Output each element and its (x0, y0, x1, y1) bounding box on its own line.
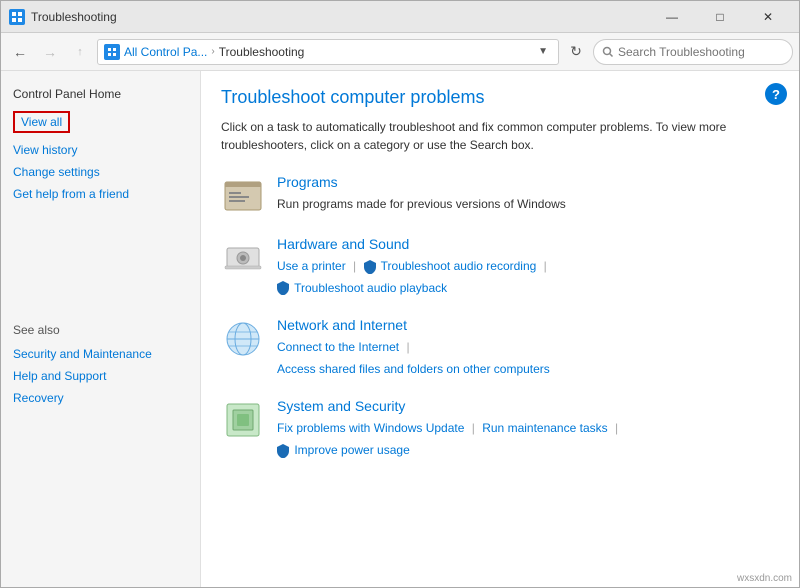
page-description: Click on a task to automatically trouble… (221, 118, 779, 154)
window-controls: — □ ✕ (649, 1, 791, 33)
forward-button[interactable]: → (37, 39, 63, 65)
breadcrumb-allcontrolpanel[interactable]: All Control Pa... (124, 45, 207, 59)
fix-windows-update-link[interactable]: Fix problems with Windows Update (277, 421, 464, 435)
sidebar-link-recovery[interactable]: Recovery (13, 389, 188, 407)
search-input[interactable] (618, 45, 758, 59)
network-info: Network and Internet Connect to the Inte… (277, 317, 779, 380)
sidebar-link-view-history[interactable]: View history (13, 141, 188, 159)
network-links: Connect to the Internet | Access shared … (277, 337, 779, 380)
minimize-button[interactable]: — (649, 1, 695, 33)
maximize-button[interactable]: □ (697, 1, 743, 33)
access-shared-link[interactable]: Access shared files and folders on other… (277, 362, 550, 376)
search-icon (602, 46, 614, 58)
main-window: Troubleshooting — □ ✕ ← → ↑ All Control … (0, 0, 800, 588)
page-title: Troubleshoot computer problems (221, 87, 779, 108)
shield-icon-2 (277, 281, 289, 295)
category-programs: Programs Run programs made for previous … (221, 174, 779, 218)
hardware-info: Hardware and Sound Use a printer | Troub… (277, 236, 779, 299)
breadcrumb-separator: › (211, 46, 214, 57)
sidebar-link-security[interactable]: Security and Maintenance (13, 345, 188, 363)
close-button[interactable]: ✕ (745, 1, 791, 33)
see-also-section: See also Security and Maintenance Help a… (13, 323, 188, 407)
category-system: System and Security Fix problems with Wi… (221, 398, 779, 461)
run-maintenance-link[interactable]: Run maintenance tasks (482, 421, 607, 435)
programs-title[interactable]: Programs (277, 174, 338, 190)
main-content: ? Troubleshoot computer problems Click o… (201, 71, 799, 587)
app-icon (9, 9, 25, 25)
troubleshoot-audio-playback-link[interactable]: Troubleshoot audio playback (294, 281, 447, 295)
shield-icon-3 (277, 444, 289, 458)
category-network: Network and Internet Connect to the Inte… (221, 317, 779, 380)
breadcrumb-current: Troubleshooting (219, 45, 305, 59)
category-hardware: Hardware and Sound Use a printer | Troub… (221, 236, 779, 299)
sidebar-link-get-help[interactable]: Get help from a friend (13, 185, 188, 203)
sidebar-link-change-settings[interactable]: Change settings (13, 163, 188, 181)
troubleshoot-audio-recording-link[interactable]: Troubleshoot audio recording (381, 259, 537, 273)
watermark: wxsxdn.com (737, 573, 792, 584)
network-icon (221, 317, 265, 361)
system-info: System and Security Fix problems with Wi… (277, 398, 779, 461)
sidebar-links: View all View history Change settings Ge… (13, 111, 188, 203)
hardware-links: Use a printer | Troubleshoot audio recor… (277, 256, 779, 299)
system-title[interactable]: System and Security (277, 398, 405, 414)
programs-icon (221, 174, 265, 218)
address-bar: ← → ↑ All Control Pa... › Troubleshootin… (1, 33, 799, 71)
shield-icon-1 (364, 260, 376, 274)
content-area: Control Panel Home View all View history… (1, 71, 799, 587)
sidebar-link-view-all[interactable]: View all (13, 111, 70, 133)
hardware-icon (221, 236, 265, 280)
sidebar-home-link[interactable]: Control Panel Home (13, 87, 188, 101)
system-links: Fix problems with Windows Update | Run m… (277, 418, 779, 461)
breadcrumb-icon (104, 44, 120, 60)
sidebar-link-help-support[interactable]: Help and Support (13, 367, 188, 385)
window-title: Troubleshooting (31, 10, 649, 24)
programs-info: Programs Run programs made for previous … (277, 174, 779, 216)
back-button[interactable]: ← (7, 39, 33, 65)
breadcrumb-dropdown[interactable]: ▼ (534, 44, 552, 59)
system-icon (221, 398, 265, 442)
breadcrumb-bar[interactable]: All Control Pa... › Troubleshooting ▼ (97, 39, 559, 65)
refresh-button[interactable]: ↻ (563, 39, 589, 65)
search-box[interactable] (593, 39, 793, 65)
connect-internet-link[interactable]: Connect to the Internet (277, 340, 399, 354)
programs-subtitle: Run programs made for previous versions … (277, 194, 779, 216)
hardware-title[interactable]: Hardware and Sound (277, 236, 409, 252)
sidebar: Control Panel Home View all View history… (1, 71, 201, 587)
see-also-label: See also (13, 323, 188, 337)
use-printer-link[interactable]: Use a printer (277, 259, 346, 273)
title-bar: Troubleshooting — □ ✕ (1, 1, 799, 33)
up-button[interactable]: ↑ (67, 39, 93, 65)
improve-power-link[interactable]: Improve power usage (294, 443, 409, 457)
network-title[interactable]: Network and Internet (277, 317, 407, 333)
help-button[interactable]: ? (765, 83, 787, 105)
